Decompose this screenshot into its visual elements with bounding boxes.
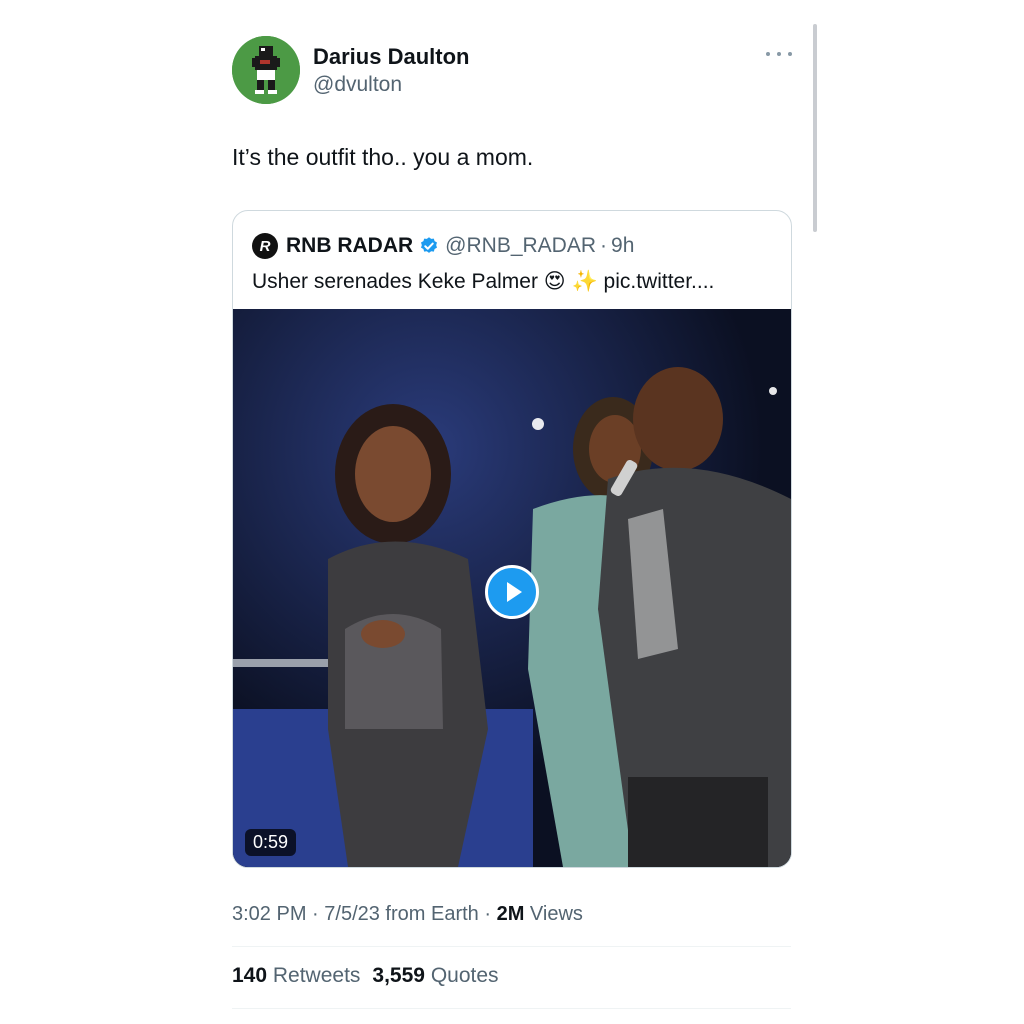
tweet-date[interactable]: 7/5/23 (324, 903, 380, 925)
quotes-label: Quotes (424, 964, 499, 987)
retweets-stat[interactable]: 140 Retweets (232, 964, 360, 987)
author-handle[interactable]: @dvulton (313, 73, 402, 97)
quoted-avatar[interactable]: R (252, 233, 278, 259)
pixel-football-player-icon (232, 36, 300, 104)
author-name[interactable]: Darius Daulton (313, 44, 469, 70)
quotes-count: 3,559 (372, 964, 425, 987)
views-count: 2M (496, 903, 525, 925)
play-button[interactable] (485, 565, 539, 619)
verified-badge-icon (421, 237, 438, 253)
dot-separator: · (600, 234, 608, 257)
quoted-tweet-text: Usher serenades Keke Palmer 😍 ✨ pic.twit… (252, 270, 715, 293)
quoted-timestamp[interactable]: 9h (611, 234, 634, 258)
tweet-time[interactable]: 3:02 PM (232, 903, 306, 925)
dot-separator: · (478, 903, 497, 925)
scrollbar[interactable] (813, 24, 817, 232)
tweet-metadata: 3:02 PM · 7/5/23 from Earth · 2M Views (232, 903, 583, 926)
author-avatar[interactable] (232, 36, 300, 104)
video-thumbnail[interactable]: 0:59 (233, 309, 791, 867)
dot-separator: · (306, 903, 325, 925)
tweet-stats: 140 Retweets 3,559 Quotes (232, 964, 499, 988)
retweets-label: Retweets (267, 964, 361, 987)
quoted-tweet[interactable]: R RNB RADAR @RNB_RADAR · 9h Usher serena… (232, 210, 792, 868)
quoted-tweet-header: R RNB RADAR @RNB_RADAR · 9h (252, 233, 634, 259)
divider (232, 1008, 791, 1009)
more-options-icon[interactable] (766, 42, 792, 66)
quoted-author-name[interactable]: RNB RADAR (286, 234, 413, 258)
quotes-stat[interactable]: 3,559 Quotes (372, 964, 498, 987)
retweets-count: 140 (232, 964, 268, 987)
views-label: Views (524, 903, 583, 925)
divider (232, 946, 791, 947)
quoted-author-handle[interactable]: @RNB_RADAR (445, 234, 596, 258)
tweet-text: It’s the outfit tho.. you a mom. (232, 144, 534, 170)
play-icon (507, 582, 522, 602)
tweet-source: from Earth (379, 903, 479, 925)
video-duration: 0:59 (245, 829, 297, 856)
